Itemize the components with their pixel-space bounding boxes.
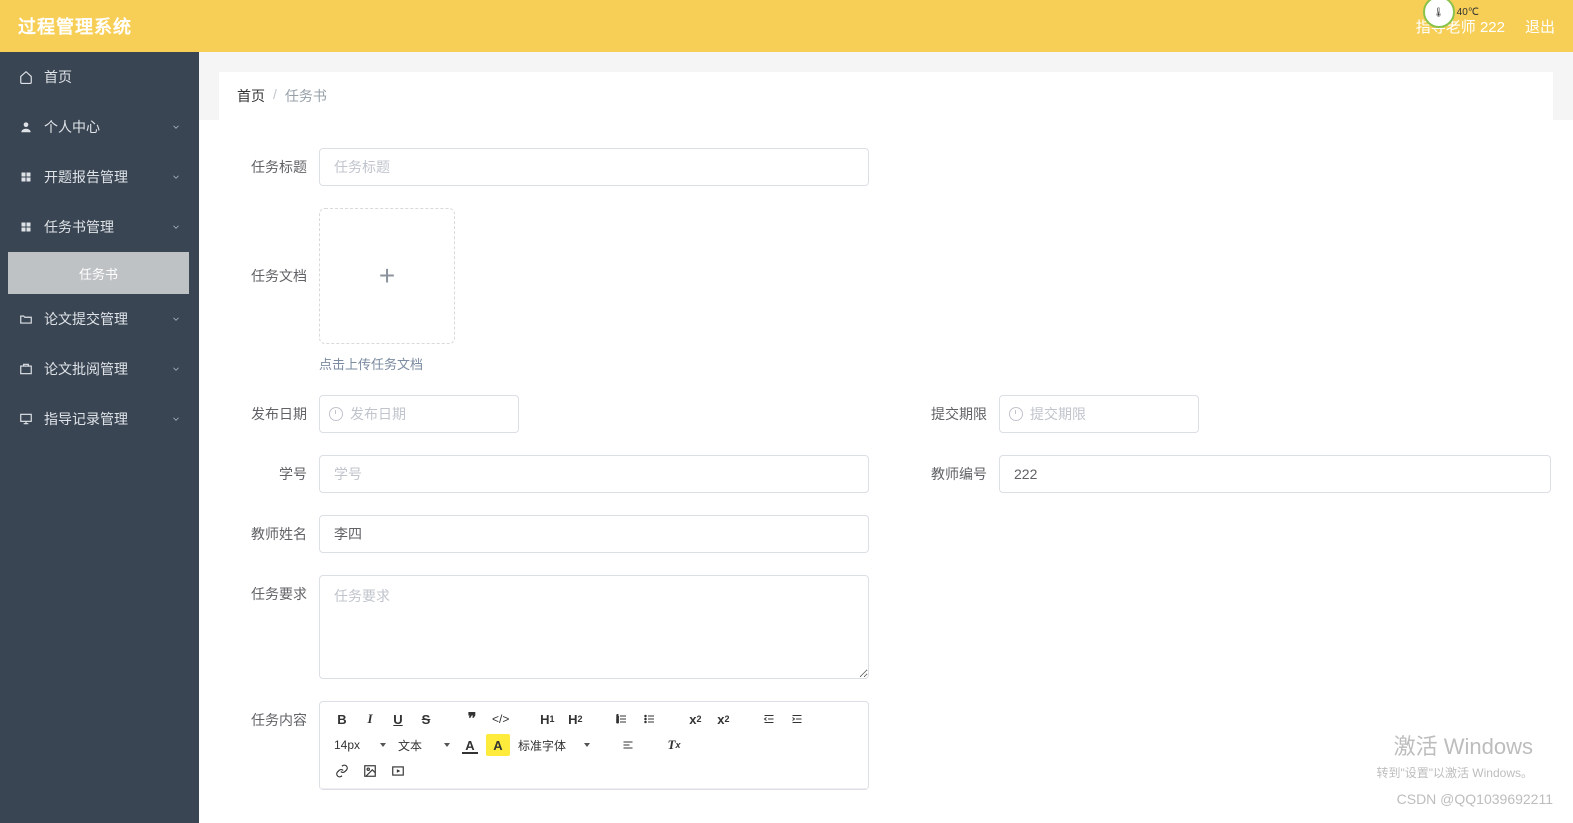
pub-date-input[interactable] xyxy=(319,395,519,433)
clear-format-button[interactable]: Tx xyxy=(662,734,686,756)
logout-link[interactable]: 退出 xyxy=(1525,16,1555,37)
sidebar-label: 指导记录管理 xyxy=(44,409,128,429)
bg-color-button[interactable]: A xyxy=(486,734,510,756)
svg-text:3: 3 xyxy=(616,719,619,724)
user-icon xyxy=(18,119,34,135)
task-title-label: 任务标题 xyxy=(219,148,319,186)
chevron-down-icon xyxy=(171,314,181,324)
caret-icon xyxy=(380,743,386,747)
video-button[interactable] xyxy=(386,760,410,782)
quote-button[interactable]: ❞ xyxy=(460,708,484,730)
weather-widget: 🌡 40℃ xyxy=(1423,0,1479,28)
grid-icon xyxy=(18,219,34,235)
breadcrumb-home[interactable]: 首页 xyxy=(237,86,265,106)
chevron-down-icon xyxy=(171,222,181,232)
task-title-input[interactable] xyxy=(319,148,869,186)
briefcase-icon xyxy=(18,361,34,377)
image-button[interactable] xyxy=(358,760,382,782)
app-header: 过程管理系统 指导老师 222 退出 xyxy=(0,0,1573,52)
clock-icon xyxy=(1009,407,1023,421)
breadcrumb-separator: / xyxy=(273,86,277,106)
student-id-input[interactable] xyxy=(319,455,869,493)
sidebar-label: 论文批阅管理 xyxy=(44,359,128,379)
weather-icon: 🌡 xyxy=(1423,0,1455,28)
grid-icon xyxy=(18,169,34,185)
ordered-list-button[interactable]: 123 xyxy=(609,708,633,730)
sidebar-item-taskbook[interactable]: 任务书管理 xyxy=(0,202,199,252)
link-button[interactable] xyxy=(330,760,354,782)
upload-hint[interactable]: 点击上传任务文档 xyxy=(319,354,455,373)
teacher-id-input[interactable] xyxy=(999,455,1551,493)
bold-button[interactable]: B xyxy=(330,708,354,730)
h1-button[interactable]: H1 xyxy=(535,708,559,730)
unordered-list-button[interactable] xyxy=(637,708,661,730)
due-date-input[interactable] xyxy=(999,395,1199,433)
superscript-button[interactable]: x2 xyxy=(711,708,735,730)
chevron-down-icon xyxy=(171,122,181,132)
sidebar-label: 个人中心 xyxy=(44,117,100,137)
breadcrumb: 首页 / 任务书 xyxy=(219,72,1553,120)
font-size-select[interactable]: 14px xyxy=(330,738,390,752)
sidebar-label: 论文提交管理 xyxy=(44,309,128,329)
sidebar-sublabel: 任务书 xyxy=(79,264,118,283)
due-date-label: 提交期限 xyxy=(899,395,999,433)
monitor-icon xyxy=(18,411,34,427)
editor-toolbar: B I U S ❞ </> H1 H2 123 xyxy=(320,702,868,789)
sidebar-item-home[interactable]: 首页 xyxy=(0,52,199,102)
underline-button[interactable]: U xyxy=(386,708,410,730)
strike-button[interactable]: S xyxy=(414,708,438,730)
teacher-id-label: 教师编号 xyxy=(899,455,999,493)
task-content-label: 任务内容 xyxy=(219,701,319,739)
plus-icon: + xyxy=(379,260,395,292)
font-size-value: 14px xyxy=(334,738,360,752)
sidebar-item-thesis-submit[interactable]: 论文提交管理 xyxy=(0,294,199,344)
home-icon xyxy=(18,69,34,85)
italic-button[interactable]: I xyxy=(358,708,382,730)
subscript-button[interactable]: x2 xyxy=(683,708,707,730)
teacher-name-label: 教师姓名 xyxy=(219,515,319,553)
pub-date-label: 发布日期 xyxy=(219,395,319,433)
folder-icon xyxy=(18,311,34,327)
sidebar-label: 开题报告管理 xyxy=(44,167,128,187)
sidebar-item-profile[interactable]: 个人中心 xyxy=(0,102,199,152)
sidebar: 首页 个人中心 开题报告管理 任务书管理 xyxy=(0,52,199,823)
task-doc-label: 任务文档 xyxy=(219,208,319,344)
font-family-select[interactable]: 标准字体 xyxy=(514,737,594,754)
app-title: 过程管理系统 xyxy=(18,13,132,39)
sidebar-label: 首页 xyxy=(44,67,72,87)
student-id-label: 学号 xyxy=(219,455,319,493)
font-color-button[interactable]: A xyxy=(458,734,482,756)
sidebar-item-guidance[interactable]: 指导记录管理 xyxy=(0,394,199,444)
weather-temp: 40℃ xyxy=(1457,7,1479,18)
paragraph-select[interactable]: 文本 xyxy=(394,737,454,754)
clock-icon xyxy=(329,407,343,421)
chevron-down-icon xyxy=(171,414,181,424)
sidebar-item-thesis-review[interactable]: 论文批阅管理 xyxy=(0,344,199,394)
sidebar-subitem-taskbook[interactable]: 任务书 xyxy=(8,252,189,294)
main-content: 首页 / 任务书 任务标题 任务文档 + 点击上传任务文档 发布日 xyxy=(199,52,1573,823)
outdent-button[interactable] xyxy=(757,708,781,730)
task-req-label: 任务要求 xyxy=(219,575,319,613)
code-button[interactable]: </> xyxy=(488,708,513,730)
h2-button[interactable]: H2 xyxy=(563,708,587,730)
teacher-name-input[interactable] xyxy=(319,515,869,553)
caret-icon xyxy=(584,743,590,747)
task-form: 任务标题 任务文档 + 点击上传任务文档 发布日期 xyxy=(199,120,1573,823)
chevron-down-icon xyxy=(171,172,181,182)
caret-icon xyxy=(444,743,450,747)
rich-editor: B I U S ❞ </> H1 H2 123 xyxy=(319,701,869,790)
task-req-textarea[interactable] xyxy=(319,575,869,679)
sidebar-label: 任务书管理 xyxy=(44,217,114,237)
sidebar-item-proposal[interactable]: 开题报告管理 xyxy=(0,152,199,202)
chevron-down-icon xyxy=(171,364,181,374)
upload-box[interactable]: + xyxy=(319,208,455,344)
indent-button[interactable] xyxy=(785,708,809,730)
align-button[interactable] xyxy=(616,734,640,756)
paragraph-value: 文本 xyxy=(398,737,422,754)
font-family-value: 标准字体 xyxy=(518,737,566,754)
breadcrumb-current: 任务书 xyxy=(285,86,327,106)
